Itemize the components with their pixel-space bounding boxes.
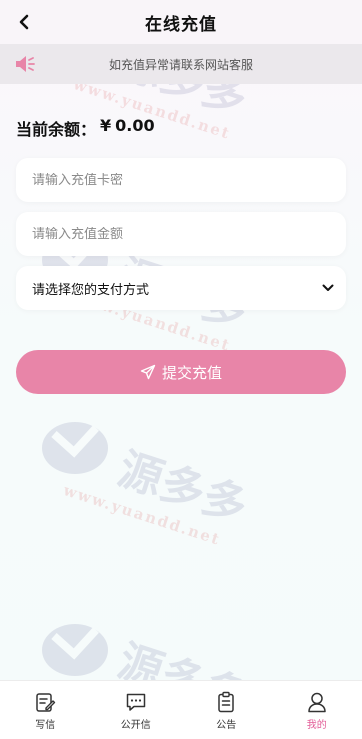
send-icon [140,364,156,380]
notice-text: 如充值异常请联系网站客服 [108,58,253,72]
amount-field [16,212,346,256]
tab-label: 我的 [306,720,327,731]
watermark [40,620,110,684]
tab-open-letter[interactable]: 公开信 [91,681,182,739]
watermark [40,418,110,482]
notice-bar: 如充值异常请联系网站客服 [0,44,362,84]
bottom-tab-bar: 写信 公开信 公告 我的 [0,680,362,739]
balance-currency: ¥ [100,116,112,135]
chat-icon [126,693,145,711]
chevron-left-icon [19,14,29,30]
chevron-down-icon [322,284,334,291]
page-title: 在线充值 [145,14,217,35]
balance-label: 当前余额： [16,120,97,139]
watermark-url: www.yuandd.net [61,481,224,549]
amount-input[interactable] [32,226,346,242]
tab-label: 写信 [35,720,56,731]
submit-label: 提交充值 [161,363,222,382]
payment-method-select[interactable]: 请选择您的支付方式 [16,266,346,310]
balance-display: 当前余额： ¥ 0.00 [16,116,155,140]
payment-method-value: 请选择您的支付方式 [32,282,150,298]
back-button[interactable] [12,10,36,34]
user-icon [308,692,326,713]
balance-amount: 0.00 [115,116,155,135]
tab-write[interactable]: 写信 [0,681,91,739]
header-bar: 在线充值 [0,0,362,44]
clipboard-icon [218,691,234,713]
submit-button[interactable]: 提交充值 [16,350,346,394]
tab-label: 公开信 [120,720,151,731]
tab-label: 公告 [216,720,237,731]
card-code-input[interactable] [32,172,346,188]
tab-mine[interactable]: 我的 [272,681,362,739]
card-code-field [16,158,346,202]
watermark-brand: 源多多 [111,443,254,533]
write-icon [36,693,56,712]
tab-announcement[interactable]: 公告 [181,681,272,739]
